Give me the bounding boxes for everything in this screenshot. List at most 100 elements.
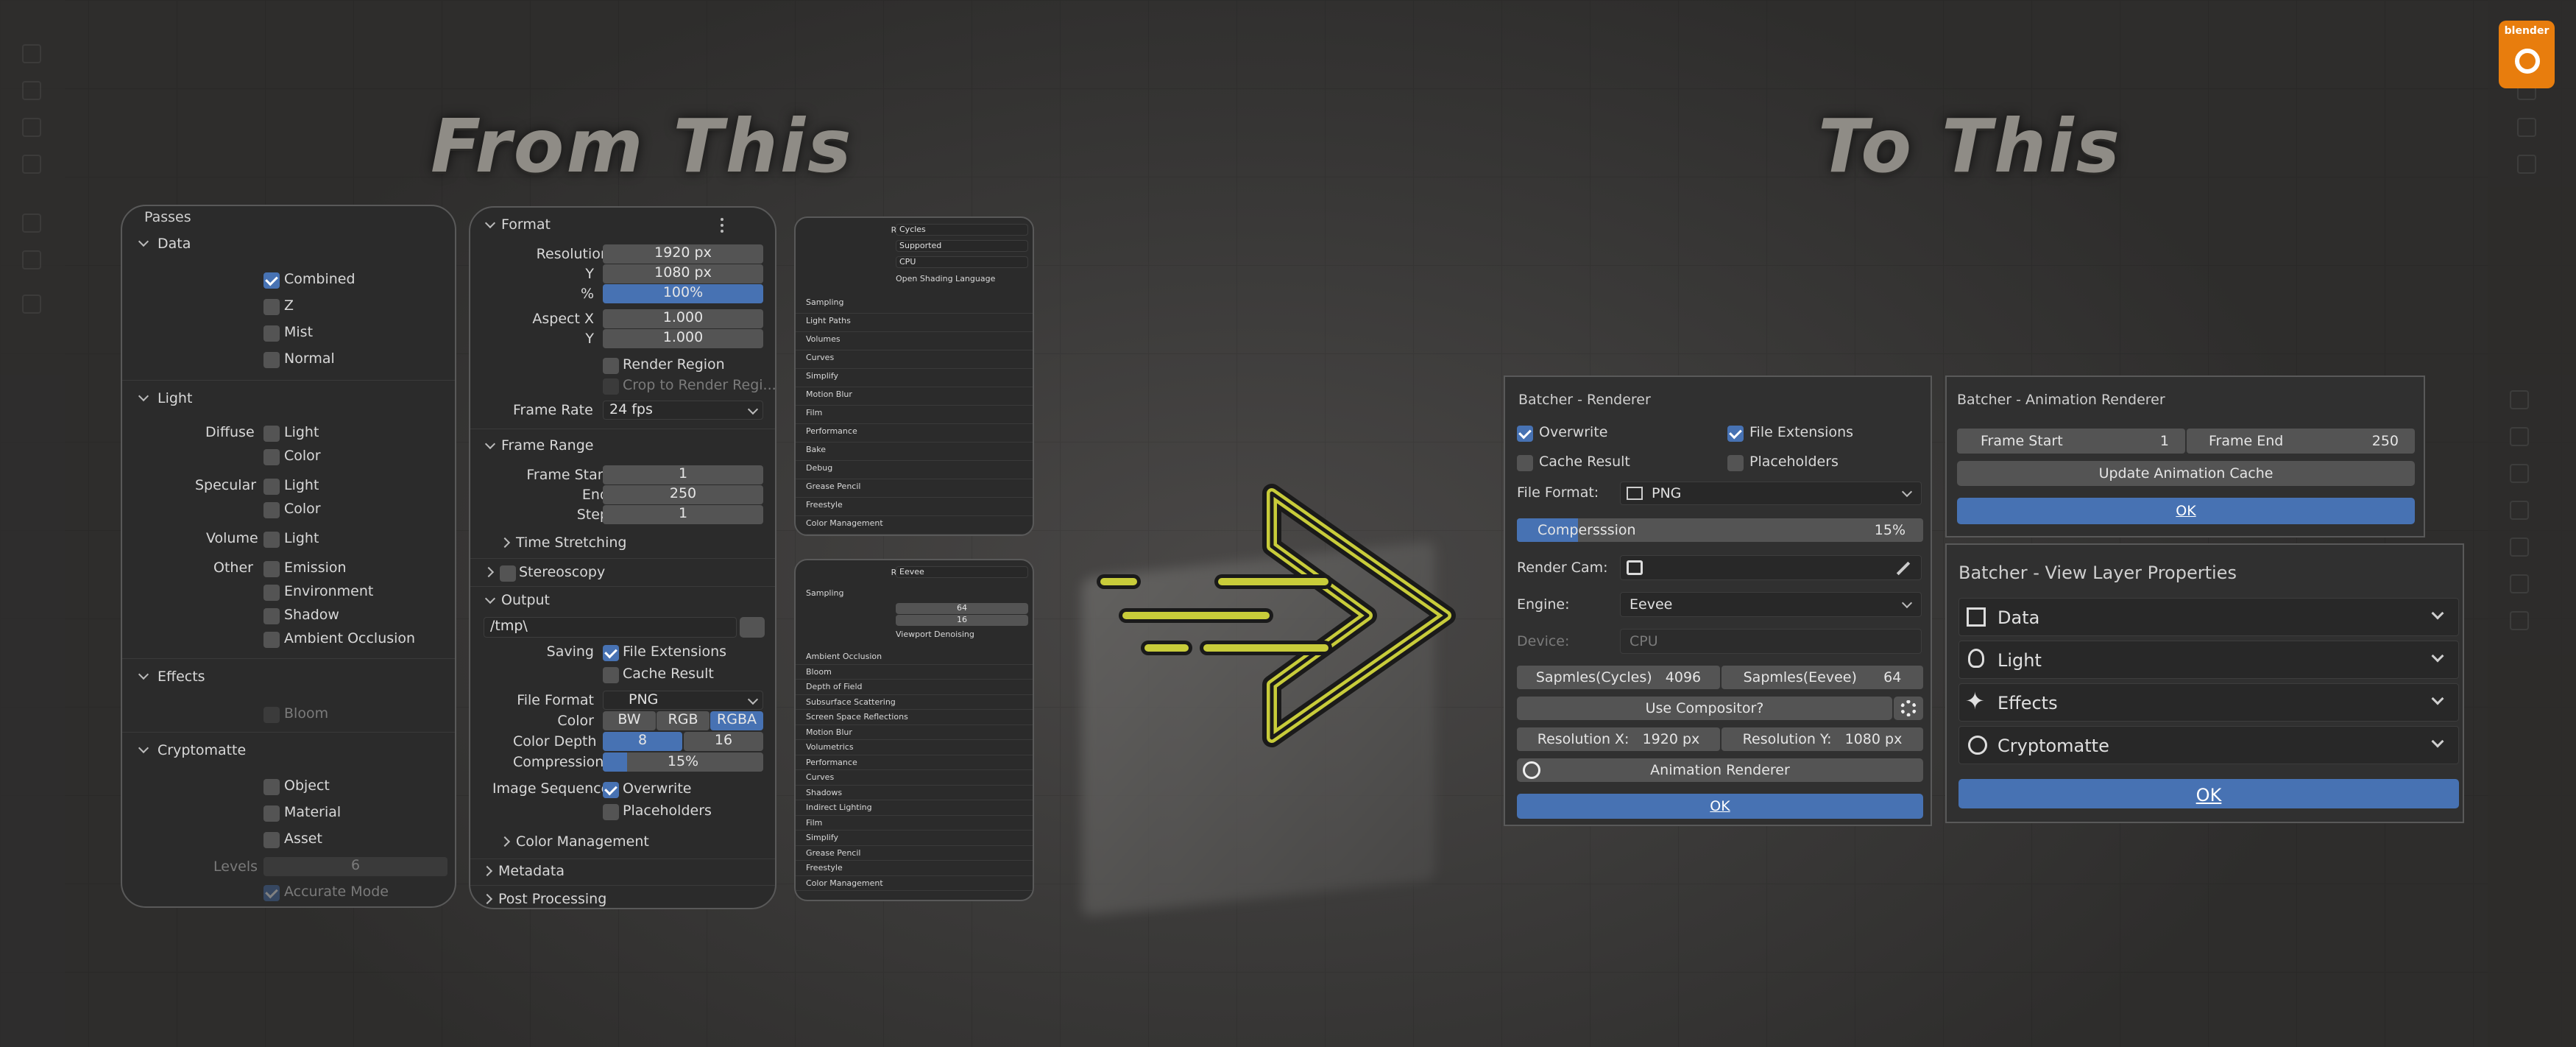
normal-checkbox[interactable] [263, 352, 280, 368]
volume-light-checkbox[interactable] [263, 532, 280, 548]
batcher-placeholders-checkbox[interactable] [1727, 455, 1744, 471]
update-animation-cache-button[interactable]: Update Animation Cache [1957, 461, 2415, 486]
cursor-icon[interactable] [22, 44, 41, 63]
cache-result-checkbox[interactable] [603, 667, 619, 683]
batcher-cache-checkbox[interactable] [1517, 455, 1533, 471]
frame-range-header[interactable]: Frame Range [501, 437, 593, 454]
eevee-section-13[interactable]: Grease Pencil [806, 848, 860, 858]
levels-field[interactable]: 6 [263, 857, 447, 876]
render-region-checkbox[interactable] [603, 358, 619, 374]
world-props-icon[interactable] [2510, 574, 2529, 593]
cycles-section-9[interactable]: Debug [806, 463, 832, 473]
eevee-section-1[interactable]: Bloom [806, 667, 832, 677]
hand-icon[interactable] [2517, 118, 2536, 137]
color-rgba-button[interactable]: RGBA [710, 711, 763, 730]
z-checkbox[interactable] [263, 299, 280, 315]
end-field[interactable]: 250 [603, 485, 763, 504]
output-header[interactable]: Output [501, 592, 550, 608]
viewport-denoising-checkbox[interactable]: Viewport Denoising [896, 630, 974, 639]
frame-start-field[interactable]: 1 [603, 465, 763, 484]
eevee-engine-dropdown[interactable]: Eevee [896, 566, 1028, 578]
eevee-section-10[interactable]: Indirect Lighting [806, 803, 872, 812]
engine-dropdown[interactable]: Eevee [1620, 592, 1922, 617]
scale-icon[interactable] [22, 155, 41, 174]
eevee-section-9[interactable]: Shadows [806, 788, 842, 797]
view-layer-effects-row[interactable]: Effects ✦ [1958, 683, 2459, 722]
anim-frame-end-field[interactable]: Frame End 250 [2187, 429, 2415, 454]
cycles-section-4[interactable]: Simplify [806, 371, 838, 381]
specular-color-checkbox[interactable] [263, 502, 280, 518]
object-props-icon[interactable] [2510, 611, 2529, 630]
eevee-section-12[interactable]: Simplify [806, 833, 838, 842]
viewport-samples-field[interactable]: 16 [896, 615, 1028, 626]
overwrite-checkbox[interactable] [603, 782, 619, 798]
samples-cycles-field[interactable]: Sapmles(Cycles) 4096 [1517, 666, 1720, 689]
color-rgb-button[interactable]: RGB [657, 711, 710, 730]
batcher-overwrite-checkbox[interactable] [1517, 426, 1533, 442]
color-bw-button[interactable]: BW [603, 711, 656, 730]
effects-section-header[interactable]: Effects [138, 669, 205, 685]
specular-light-checkbox[interactable] [263, 479, 280, 495]
shadow-checkbox[interactable] [263, 608, 280, 624]
step-field[interactable]: 1 [603, 505, 763, 524]
object-checkbox[interactable] [263, 779, 280, 795]
depth-16-button[interactable]: 16 [684, 732, 763, 751]
render-props-icon[interactable] [2510, 427, 2529, 446]
diffuse-color-checkbox[interactable] [263, 449, 280, 465]
anim-frame-start-field[interactable]: Frame Start 1 [1957, 429, 2185, 454]
batcher-compression-slider[interactable]: Compersssion 15% [1517, 518, 1923, 542]
cycles-section-5[interactable]: Motion Blur [806, 389, 852, 399]
frame-rate-dropdown[interactable]: 24 fps [603, 401, 763, 420]
post-processing-header[interactable]: Post Processing [498, 891, 606, 907]
file-format-dropdown[interactable]: PNG [603, 691, 763, 710]
annotate-icon[interactable] [22, 214, 41, 233]
view-layer-data-row[interactable]: Data [1958, 598, 2459, 636]
cycles-engine-dropdown[interactable]: Cycles [896, 224, 1028, 236]
aspect-y-field[interactable]: 1.000 [603, 329, 763, 348]
combined-checkbox[interactable] [263, 272, 280, 289]
view-layer-cryptomatte-row[interactable]: Cryptomatte [1958, 726, 2459, 764]
accurate-mode-checkbox[interactable] [263, 885, 280, 901]
render-cam-field[interactable] [1620, 555, 1922, 580]
measure-icon[interactable] [22, 250, 41, 269]
resolution-y-field[interactable]: 1080 px [603, 264, 763, 283]
output-path-field[interactable]: /tmp\ [484, 617, 737, 638]
compositor-settings-icon[interactable] [1894, 697, 1923, 720]
view-layer-props-icon[interactable] [2510, 501, 2529, 520]
grid-icon[interactable] [2517, 155, 2536, 174]
metadata-header[interactable]: Metadata [498, 863, 565, 879]
cycles-section-12[interactable]: Color Management [806, 518, 883, 528]
color-management-header[interactable]: Color Management [516, 833, 649, 850]
file-extensions-checkbox[interactable] [603, 645, 619, 661]
eevee-section-14[interactable]: Freestyle [806, 863, 843, 872]
cycles-section-3[interactable]: Curves [806, 353, 834, 362]
cycles-section-0[interactable]: Sampling [806, 297, 844, 307]
eevee-section-15[interactable]: Color Management [806, 878, 883, 888]
eevee-section-7[interactable]: Performance [806, 758, 857, 767]
material-checkbox[interactable] [263, 805, 280, 822]
asset-checkbox[interactable] [263, 832, 280, 848]
eevee-section-4[interactable]: Screen Space Reflections [806, 712, 908, 722]
cycles-section-8[interactable]: Bake [806, 445, 826, 454]
device-dropdown[interactable]: CPU [896, 256, 1028, 268]
cycles-section-11[interactable]: Freestyle [806, 500, 843, 510]
batcher-ok-button[interactable]: OK [1517, 794, 1923, 819]
animation-renderer-button[interactable]: Animation Renderer [1517, 758, 1923, 782]
batcher-file-ext-checkbox[interactable] [1727, 426, 1744, 442]
feature-set-dropdown[interactable]: Supported [896, 240, 1028, 252]
batcher-file-format-dropdown[interactable]: PNG [1620, 482, 1922, 505]
batcher-res-y-field[interactable]: Resolution Y: 1080 px [1722, 727, 1923, 751]
cycles-section-2[interactable]: Volumes [806, 334, 841, 344]
batcher-res-x-field[interactable]: Resolution X: 1920 px [1517, 727, 1720, 751]
depth-8-button[interactable]: 8 [603, 732, 682, 751]
eyedropper-icon[interactable] [1896, 561, 1911, 576]
folder-icon[interactable] [740, 617, 765, 638]
aspect-x-field[interactable]: 1.000 [603, 309, 763, 328]
stereoscopy-header[interactable]: Stereoscopy [519, 564, 605, 580]
rotate-icon[interactable] [22, 118, 41, 137]
eevee-section-11[interactable]: Film [806, 818, 822, 828]
format-header[interactable]: Format [501, 216, 551, 233]
use-compositor-button[interactable]: Use Compositor? [1517, 697, 1892, 720]
emission-checkbox[interactable] [263, 561, 280, 577]
eevee-section-2[interactable]: Depth of Field [806, 682, 863, 691]
